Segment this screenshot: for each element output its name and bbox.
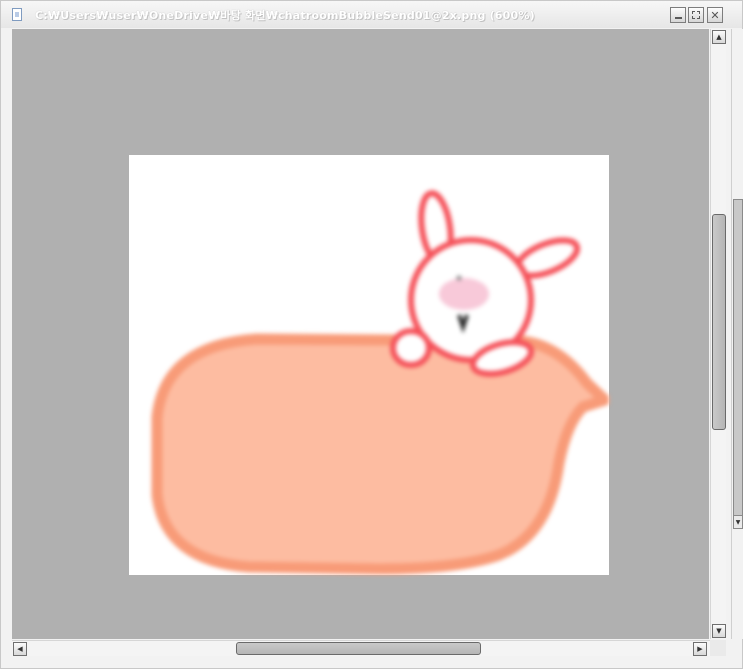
image-viewer-window: C:₩Users₩user₩OneDrive₩바탕 화면₩chatroomBub…	[0, 0, 743, 669]
scroll-right-button[interactable]: ▶	[693, 642, 707, 656]
arrow-left-icon: ◀	[17, 644, 23, 653]
resize-grip[interactable]	[710, 640, 726, 656]
title-bar[interactable]: C:₩Users₩user₩OneDrive₩바탕 화면₩chatroomBub…	[1, 1, 742, 28]
bunny-left-paw	[390, 328, 432, 368]
vertical-scrollbar[interactable]: ▲ ▼	[710, 29, 726, 639]
maximize-icon	[692, 11, 700, 19]
minimize-button[interactable]	[670, 7, 686, 23]
close-button[interactable]: ✕	[707, 7, 723, 23]
window-title: C:₩Users₩user₩OneDrive₩바탕 화면₩chatroomBub…	[35, 9, 535, 22]
file-icon	[12, 8, 22, 21]
maximize-button[interactable]	[688, 7, 704, 23]
scroll-down-button[interactable]: ▼	[712, 624, 726, 638]
bunny-chat-bubble-image	[151, 190, 609, 575]
horizontal-scroll-thumb[interactable]	[236, 642, 481, 655]
scroll-up-button[interactable]: ▲	[712, 30, 726, 44]
outer-scroll-down-button[interactable]: ▼	[733, 515, 743, 529]
outer-scroll-thumb[interactable]	[733, 199, 743, 529]
arrow-down-icon: ▼	[735, 518, 741, 526]
minimize-icon	[674, 17, 682, 19]
arrow-right-icon: ▶	[697, 644, 703, 653]
image-canvas[interactable]	[12, 29, 709, 639]
scroll-left-button[interactable]: ◀	[13, 642, 27, 656]
close-icon: ✕	[710, 8, 720, 22]
image-preview	[129, 155, 609, 575]
bunny-cheek	[439, 278, 489, 310]
vertical-scroll-thumb[interactable]	[712, 214, 726, 430]
arrow-up-icon: ▲	[716, 32, 722, 41]
outer-vertical-scrollbar[interactable]: ▼	[731, 29, 743, 639]
horizontal-scrollbar[interactable]: ◀ ▶	[12, 640, 726, 656]
arrow-down-icon: ▼	[716, 626, 722, 635]
bunny-nose	[456, 275, 462, 281]
chat-bubble-shape	[151, 333, 609, 575]
